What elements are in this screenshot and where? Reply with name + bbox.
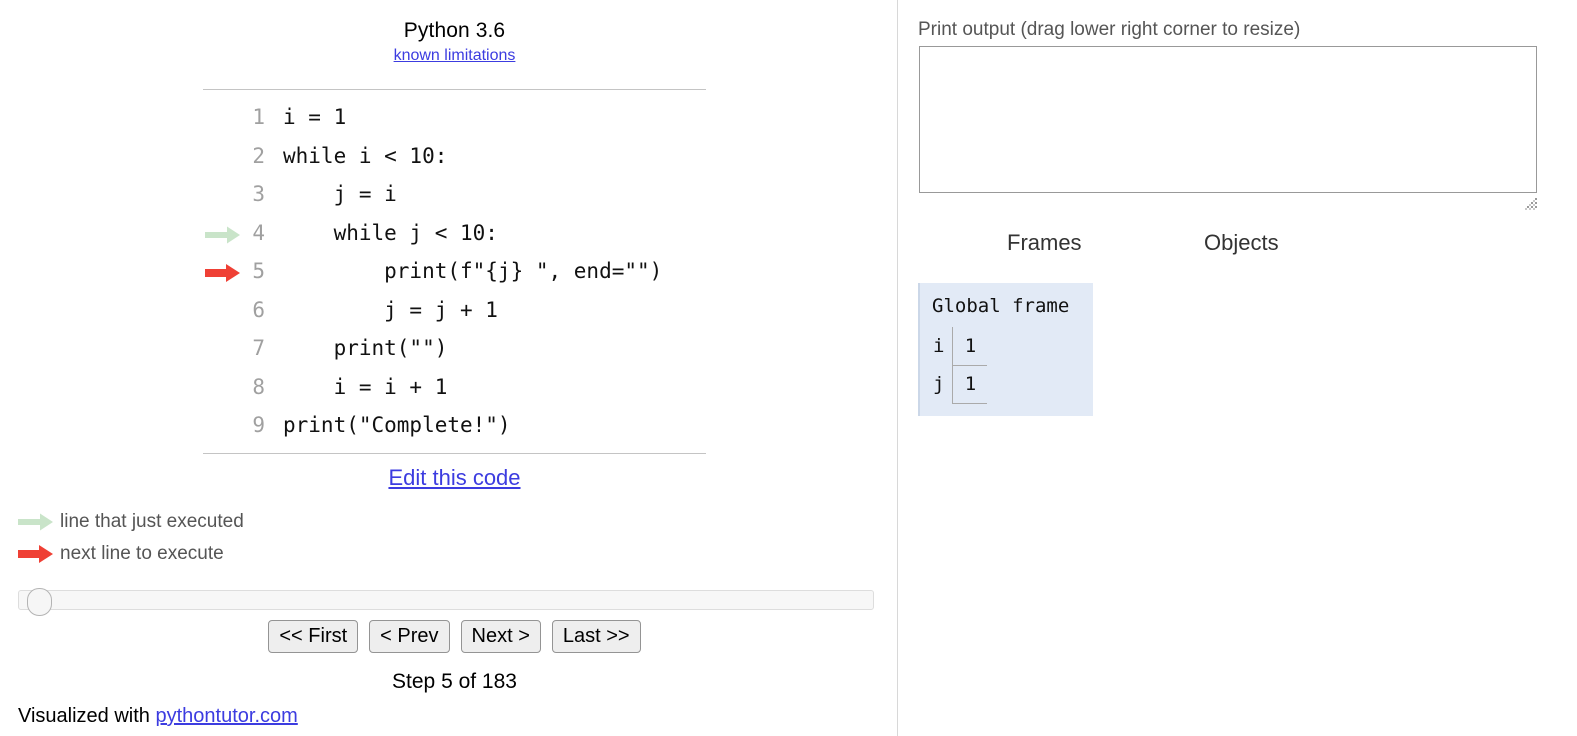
global-frame: Global frame i1j1 [918, 283, 1093, 416]
arrow-placeholder [203, 329, 245, 368]
code-line: 4 while j < 10: [203, 214, 706, 253]
frame-variables-table: i1j1 [932, 327, 988, 404]
resize-grip-icon[interactable] [1525, 196, 1539, 210]
step-counter: Step 5 of 183 [392, 670, 517, 693]
footer-prefix: Visualized with [18, 705, 156, 727]
arrow-legend: line that just executed next line to exe… [18, 506, 244, 570]
next-button[interactable]: Next > [460, 620, 541, 653]
slider-handle[interactable] [27, 588, 52, 616]
code-line: 6 j = j + 1 [203, 291, 706, 330]
variable-name: j [933, 373, 945, 395]
variable-value: 1 [952, 365, 988, 404]
code-text: j = i [283, 182, 397, 206]
print-output-label: Print output (drag lower right corner to… [918, 19, 1301, 40]
arrow-placeholder [203, 175, 245, 214]
code-line: 3 j = i [203, 175, 706, 214]
code-line: 1i = 1 [203, 98, 706, 137]
arrow-placeholder [203, 406, 245, 445]
last-button[interactable]: Last >> [551, 620, 641, 653]
code-text: print("") [283, 336, 448, 360]
navigation-buttons: << First < Prev Next > Last >> [203, 620, 706, 653]
global-frame-title: Global frame [932, 295, 1070, 317]
frame-variable-row: i1 [932, 327, 988, 366]
arrow-placeholder [203, 98, 245, 137]
code-text: j = j + 1 [283, 297, 498, 322]
python-version-header: Python 3.6 known limitations [203, 18, 706, 66]
code-text: i = i + 1 [283, 374, 448, 399]
arrow-placeholder [203, 368, 245, 407]
print-output-textarea[interactable] [919, 46, 1537, 193]
variable-value: 1 [952, 327, 988, 366]
green-arrow-icon [203, 214, 245, 253]
variable-name: i [933, 335, 945, 357]
frame-variable-row: j1 [932, 365, 988, 404]
code-display: 1i = 1 2 while i < 10: 3 j = i4 while j < 1… [203, 89, 706, 454]
known-limitations-link[interactable]: known limitations [394, 45, 516, 66]
code-text: while i < 10: [283, 143, 448, 168]
edit-this-code-link[interactable]: Edit this code [203, 465, 706, 491]
red-arrow-icon [18, 544, 56, 564]
code-text: while j < 10: [283, 220, 498, 245]
code-line: 8 i = i + 1 [203, 368, 706, 407]
code-line: 9 print("Complete!") [203, 406, 706, 445]
first-button[interactable]: << First [268, 620, 359, 653]
code-text: print(f"{j} ", end="") [283, 259, 663, 283]
python-version-label: Python 3.6 [403, 19, 506, 42]
code-line: 5 print(f"{j} ", end="") [203, 252, 706, 291]
code-text: i = 1 [283, 105, 347, 129]
code-text: print("Complete!") [283, 413, 511, 437]
objects-header: Objects [1204, 230, 1279, 255]
legend-row-just-executed: line that just executed [18, 506, 244, 538]
arrow-placeholder [203, 137, 245, 176]
code-line: 7 print("") [203, 329, 706, 368]
footer-credit: Visualized with pythontutor.com [18, 705, 298, 728]
legend-label-next-line: next line to execute [60, 543, 224, 564]
prev-button[interactable]: < Prev [369, 620, 450, 653]
green-arrow-icon [18, 512, 56, 532]
pythontutor-link[interactable]: pythontutor.com [155, 705, 297, 727]
red-arrow-icon [203, 252, 245, 291]
code-line: 2 while i < 10: [203, 137, 706, 176]
frames-header: Frames [1007, 230, 1082, 255]
legend-label-just-executed: line that just executed [60, 511, 244, 532]
arrow-placeholder [203, 291, 245, 330]
execution-slider[interactable] [18, 588, 874, 616]
legend-row-next-line: next line to execute [18, 538, 244, 570]
slider-track[interactable] [18, 590, 874, 610]
code-pane: Python 3.6 known limitations 1i = 1 2 whil… [0, 0, 897, 736]
